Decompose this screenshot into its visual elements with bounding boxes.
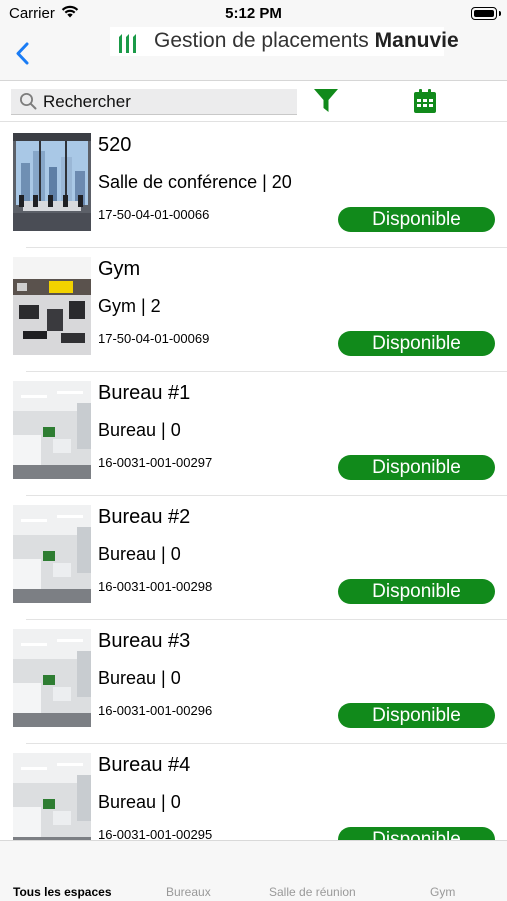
tab-meeting-rooms[interactable]: Salle de réunion <box>269 885 356 899</box>
space-title: Gym <box>98 258 141 280</box>
list-item[interactable]: 520 Salle de conférence | 20 17-50-04-01… <box>0 124 507 248</box>
space-photo-conference <box>13 133 91 231</box>
space-title: Bureau #3 <box>98 630 191 652</box>
list-item[interactable]: Bureau #4 Bureau | 0 16-0031-001-00295 D… <box>0 744 507 840</box>
search-toolbar <box>0 81 507 122</box>
spaces-list: 520 Salle de conférence | 20 17-50-04-01… <box>0 124 507 840</box>
funnel-icon <box>314 89 338 112</box>
search-input[interactable] <box>43 89 293 114</box>
filter-button[interactable] <box>313 88 339 119</box>
space-code: 16-0031-001-00296 <box>98 703 213 718</box>
space-type-capacity: Bureau | 0 <box>98 544 181 564</box>
space-code: 17-50-04-01-00066 <box>98 207 210 222</box>
space-photo-office <box>13 505 91 603</box>
status-badge: Disponible <box>338 331 495 356</box>
list-item[interactable]: Bureau #3 Bureau | 0 16-0031-001-00296 D… <box>0 620 507 744</box>
status-badge: Disponible <box>338 827 495 840</box>
space-code: 16-0031-001-00298 <box>98 579 213 594</box>
tab-all-spaces[interactable]: Tous les espaces <box>13 885 112 899</box>
space-title: Bureau #1 <box>98 382 191 404</box>
status-badge: Disponible <box>338 455 495 480</box>
status-badge: Disponible <box>338 579 495 604</box>
space-type-capacity: Salle de conférence | 20 <box>98 172 292 192</box>
space-photo-office <box>13 629 91 727</box>
tab-gym[interactable]: Gym <box>430 885 455 899</box>
brand-banner: Gestion de placements Manuvie <box>110 27 459 59</box>
brand-title: Gestion de placements Manuvie <box>154 29 459 53</box>
tab-offices[interactable]: Bureaux <box>166 885 211 899</box>
search-bar[interactable] <box>11 89 297 115</box>
space-title: Bureau #4 <box>98 754 191 776</box>
brand-name: Manuvie <box>374 29 459 52</box>
battery-icon <box>471 7 501 20</box>
manulife-logo-icon <box>116 32 142 59</box>
list-item[interactable]: Bureau #2 Bureau | 0 16-0031-001-00298 D… <box>0 496 507 620</box>
chevron-left-icon <box>16 42 29 65</box>
clock: 5:12 PM <box>225 5 282 22</box>
back-button[interactable] <box>12 40 36 68</box>
space-photo-office <box>13 381 91 479</box>
space-code: 17-50-04-01-00069 <box>98 331 210 346</box>
space-title: 520 <box>98 134 132 156</box>
calendar-button[interactable] <box>414 89 436 118</box>
list-item[interactable]: Bureau #1 Bureau | 0 16-0031-001-00297 D… <box>0 372 507 496</box>
tab-bar: Tous les espaces Bureaux Salle de réunio… <box>0 840 507 901</box>
space-type-capacity: Bureau | 0 <box>98 792 181 812</box>
list-item[interactable]: Gym Gym | 2 17-50-04-01-00069 Disponible <box>0 248 507 372</box>
space-code: 16-0031-001-00297 <box>98 455 213 470</box>
status-badge: Disponible <box>338 703 495 728</box>
calendar-icon <box>414 89 436 113</box>
search-icon <box>19 92 37 115</box>
space-photo-gym <box>13 257 91 355</box>
status-badge: Disponible <box>338 207 495 232</box>
space-photo-office <box>13 753 91 840</box>
navigation-bar: Gestion de placements Manuvie <box>0 27 507 81</box>
brand-prefix: Gestion de placements <box>154 29 369 52</box>
space-title: Bureau #2 <box>98 506 191 528</box>
space-type-capacity: Bureau | 0 <box>98 420 181 440</box>
status-bar: Carrier 5:12 PM <box>0 0 507 30</box>
space-type-capacity: Bureau | 0 <box>98 668 181 688</box>
space-code: 16-0031-001-00295 <box>98 827 213 840</box>
space-type-capacity: Gym | 2 <box>98 296 161 316</box>
